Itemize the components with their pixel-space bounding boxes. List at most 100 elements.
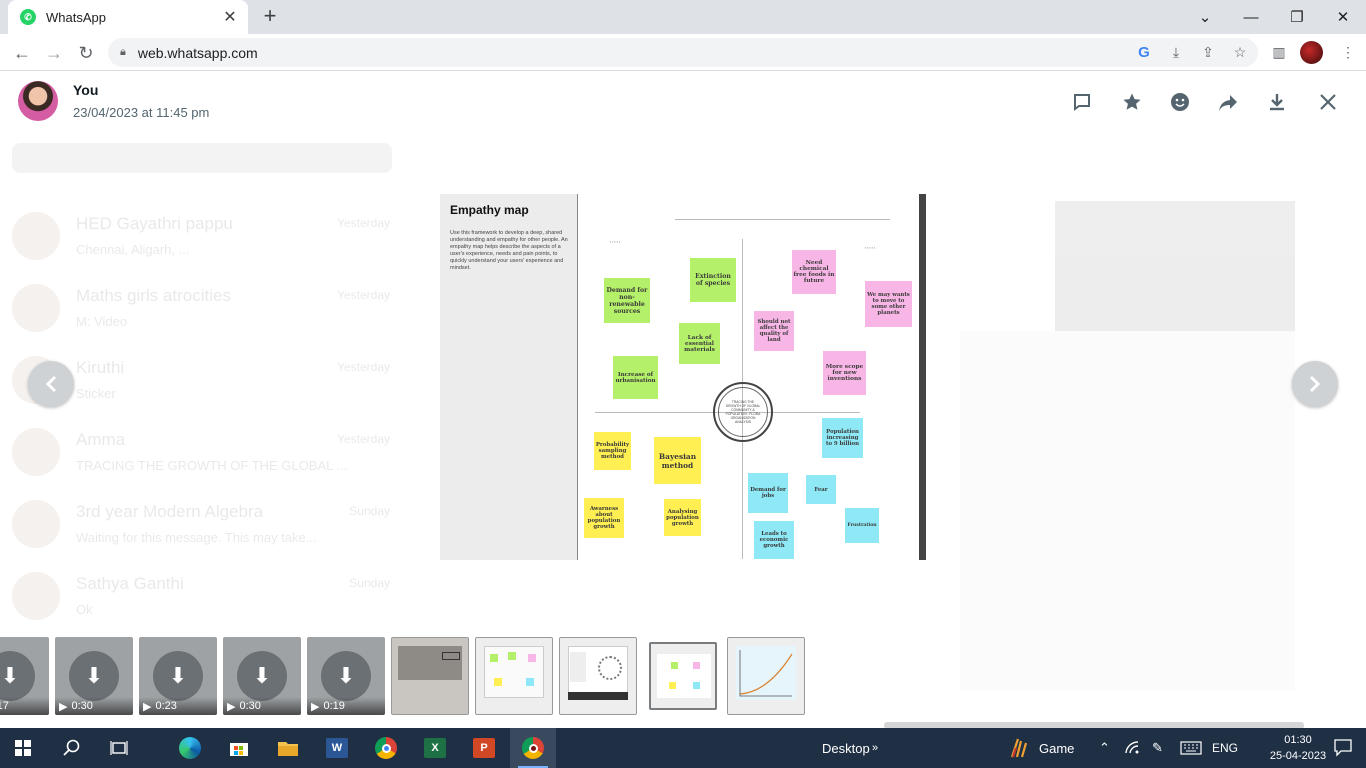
wifi-icon[interactable] xyxy=(1125,728,1141,768)
windows-start-icon[interactable] xyxy=(0,728,46,768)
chrome-icon[interactable] xyxy=(363,728,409,768)
download-icon[interactable]: ⬇ xyxy=(237,651,287,701)
image-thumbnail[interactable] xyxy=(559,637,637,715)
background-preview-top xyxy=(1055,201,1295,331)
file-explorer-icon[interactable] xyxy=(265,728,311,768)
lock-icon: 🔒︎ xyxy=(120,46,126,58)
video-thumbnail[interactable]: ⬇ ▶ 0:30 xyxy=(55,637,133,715)
new-tab-button[interactable]: + xyxy=(258,5,282,29)
sticky-note: Should not affect the quality of land xyxy=(754,311,794,351)
url-text: web.whatsapp.com xyxy=(137,44,258,61)
video-thumbnail[interactable]: ⬇ ▶ 0:23 xyxy=(139,637,217,715)
video-camera-icon: ▶ xyxy=(227,700,236,713)
previous-media-button[interactable] xyxy=(28,361,74,407)
next-media-button[interactable] xyxy=(1292,361,1338,407)
image-edge-bar xyxy=(919,194,926,560)
browser-tab-bar: ✆ WhatsApp ✕ + ⌄ — ❐ ✕ xyxy=(0,0,1366,34)
download-icon[interactable]: ⬇ xyxy=(321,651,371,701)
profile-avatar[interactable] xyxy=(1300,41,1323,64)
viewer-header: You 23/04/2023 at 11:45 pm xyxy=(0,71,1366,131)
media-viewer: HED Gayathri pappu Yesterday Chennai, Alig… xyxy=(0,71,1366,728)
side-panel-icon[interactable]: ▥ xyxy=(1269,42,1289,62)
pen-icon[interactable]: ✎ xyxy=(1152,728,1163,768)
toolbar-expand-icon[interactable]: » xyxy=(872,728,878,768)
sticky-note: Bayesian method xyxy=(654,437,701,484)
edge-icon[interactable] xyxy=(167,728,213,768)
task-view-icon[interactable] xyxy=(96,728,142,768)
sticky-note: Awarness about population growth xyxy=(584,498,624,538)
game-label[interactable]: Game xyxy=(1039,728,1074,768)
media-thumbnail-strip: ⬇ ▶0:17 ⬇ ▶0:30 ⬇ ▶0:23 ⬇ ▶0:30 ⬇ ▶0:19 xyxy=(0,637,1366,721)
video-camera-icon: ▶ xyxy=(311,700,320,713)
restore-button[interactable]: ❐ xyxy=(1274,0,1320,34)
image-thumbnail[interactable] xyxy=(391,637,469,715)
tab-search-icon[interactable]: ⌄ xyxy=(1182,0,1228,34)
omnibox[interactable]: 🔒︎ web.whatsapp.com xyxy=(108,38,1258,67)
back-button[interactable]: ← xyxy=(8,39,36,67)
forward-button[interactable]: → xyxy=(40,39,68,67)
background-chat-item: Amma Yesterday TRACING THE GROWTH OF THE G… xyxy=(12,422,402,494)
close-tab-icon[interactable]: ✕ xyxy=(218,5,242,29)
game-bar-icon[interactable] xyxy=(996,728,1042,768)
excel-icon[interactable]: X xyxy=(412,728,458,768)
sticky-note: We may wants to move to some other plane… xyxy=(865,281,912,327)
sender-avatar[interactable] xyxy=(18,81,58,121)
search-icon[interactable] xyxy=(49,728,95,768)
tab-title: WhatsApp xyxy=(46,9,106,25)
word-icon[interactable]: W xyxy=(314,728,360,768)
windows-taskbar: W X P Desktop » Game ⌃ ✎ ENG 01:30 25-04… xyxy=(0,728,1366,768)
sender-name: You xyxy=(73,82,99,98)
sticky-note: Extinction of species xyxy=(690,258,736,302)
video-thumbnail[interactable]: ⬇ ▶0:17 xyxy=(0,637,49,715)
background-chat-item: HED Gayathri pappu Yesterday Chennai, Alig… xyxy=(12,206,402,278)
powerpoint-icon[interactable]: P xyxy=(461,728,507,768)
video-duration: ▶ 0:30 xyxy=(223,697,301,715)
store-icon[interactable] xyxy=(216,728,262,768)
chrome-profile-icon[interactable] xyxy=(510,728,556,768)
empathy-map-center-circle: TRACING THE GROWTH OF GLOBAL COMMUNITY &… xyxy=(713,382,773,442)
sticky-note: Demand for non-renewable sources xyxy=(604,278,650,323)
tab-whatsapp[interactable]: ✆ WhatsApp ✕ xyxy=(8,0,248,34)
image-thumbnail-selected[interactable] xyxy=(649,642,717,710)
download-icon[interactable]: ⬇ xyxy=(0,651,35,701)
video-camera-icon: ▶ xyxy=(143,700,152,713)
video-duration: ▶ 0:19 xyxy=(307,697,385,715)
browser-menu-icon[interactable]: ⋮ xyxy=(1338,42,1358,62)
sticky-note: Fear xyxy=(806,475,836,504)
sticky-note: Analysing population growth xyxy=(664,499,701,536)
forward-icon[interactable] xyxy=(1215,89,1241,115)
bookmark-star-icon[interactable]: ☆ xyxy=(1230,42,1250,62)
star-icon[interactable] xyxy=(1119,89,1145,115)
sticky-note: Lack of essential materials xyxy=(679,323,720,364)
download-icon[interactable]: ⬇ xyxy=(69,651,119,701)
image-thumbnail[interactable] xyxy=(475,637,553,715)
notification-icon[interactable] xyxy=(1320,728,1366,768)
react-emoji-icon[interactable] xyxy=(1167,89,1193,115)
download-icon[interactable]: ⬇ xyxy=(153,651,203,701)
video-thumbnail[interactable]: ⬇ ▶ 0:19 xyxy=(307,637,385,715)
whatsapp-icon: ✆ xyxy=(20,9,36,25)
video-thumbnail[interactable]: ⬇ ▶ 0:30 xyxy=(223,637,301,715)
keyboard-icon[interactable] xyxy=(1180,728,1202,768)
background-search xyxy=(12,143,392,173)
download-icon[interactable] xyxy=(1264,89,1290,115)
reload-button[interactable]: ↻ xyxy=(72,39,100,67)
share-icon[interactable]: ⇪ xyxy=(1198,42,1218,62)
sender-timestamp: 23/04/2023 at 11:45 pm xyxy=(73,105,210,120)
background-chat-item: Maths girls atrocities Yesterday M: Video xyxy=(12,278,402,350)
minimize-button[interactable]: — xyxy=(1228,0,1274,34)
system-clock[interactable]: 01:30 25-04-2023 xyxy=(1268,732,1328,764)
empathy-map-title: Empathy map xyxy=(450,203,529,217)
install-app-icon[interactable]: ⤓ xyxy=(1166,42,1186,62)
sticky-note: Increase of urbanisation xyxy=(613,356,658,399)
sticky-note: Demand for jobs xyxy=(748,473,788,513)
close-viewer-icon[interactable] xyxy=(1315,89,1341,115)
desktop-toolbar-label[interactable]: Desktop xyxy=(822,728,870,768)
go-to-message-icon[interactable] xyxy=(1069,89,1095,115)
chevron-up-icon[interactable]: ⌃ xyxy=(1099,728,1110,768)
google-lens-icon[interactable]: G xyxy=(1134,42,1154,62)
language-indicator[interactable]: ENG xyxy=(1212,728,1238,768)
close-window-button[interactable]: ✕ xyxy=(1320,0,1366,34)
image-thumbnail[interactable] xyxy=(727,637,805,715)
video-camera-icon: ▶ xyxy=(59,700,68,713)
